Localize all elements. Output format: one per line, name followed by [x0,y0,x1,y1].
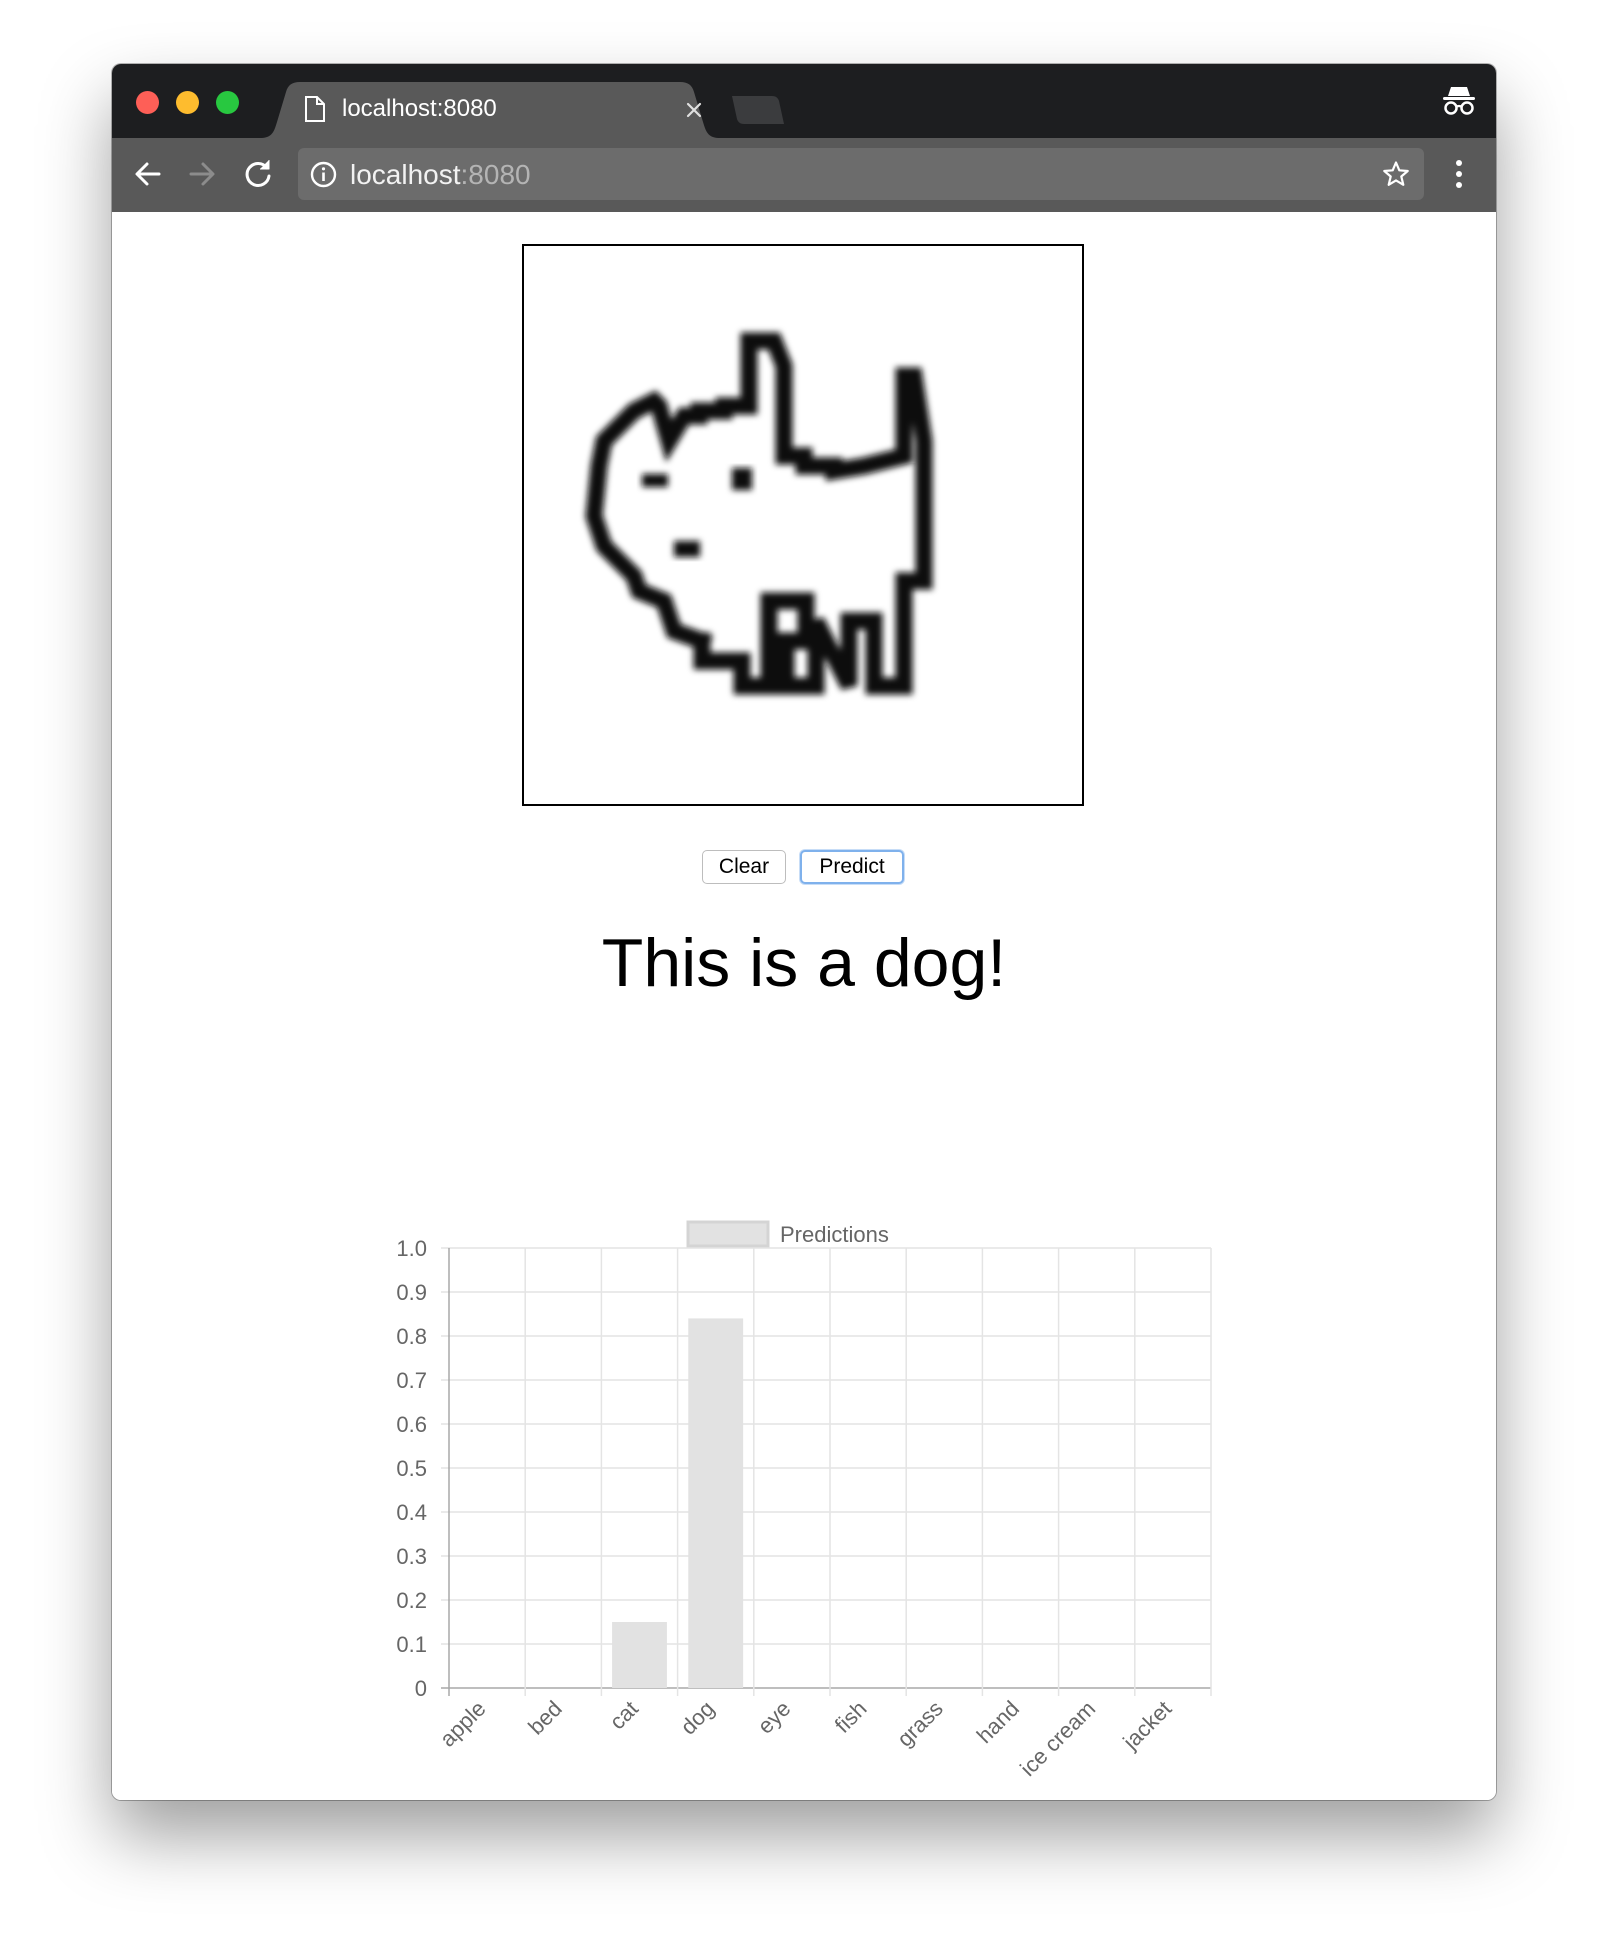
x-tick-label: eye [753,1696,796,1739]
browser-toolbar: localhost:8080 [112,138,1496,212]
bookmark-star-icon[interactable] [1382,160,1410,188]
back-arrow-icon[interactable] [130,156,166,192]
chart-legend: Predictions [686,1220,889,1248]
tab-title: localhost:8080 [342,95,497,122]
y-tick-label: 0.1 [396,1632,427,1657]
x-tick-label: jacket [1117,1696,1176,1755]
x-tick-label: bed [523,1696,567,1740]
document-icon [305,96,325,122]
more-menu-icon[interactable] [1454,158,1464,190]
x-tick-label: apple [435,1696,491,1752]
new-tab-button[interactable] [732,96,784,124]
close-window-button[interactable] [136,91,159,114]
predictions-chart-svg: Predictions 0 0.1 0.2 0.3 0.4 0.5 0.6 0.7 0.8 0.9… [396,1220,1212,1781]
chart-grid [441,1247,1212,1696]
reload-icon[interactable] [240,156,276,192]
x-tick-label: fish [830,1696,872,1738]
close-tab-icon[interactable] [684,100,704,120]
x-axis-ticks: apple bed cat dog eye fish grass handice cream j… [435,1696,1177,1781]
x-tick-label: grass [892,1696,948,1752]
url-host: localhost [350,159,461,190]
y-tick-label: 1.0 [396,1236,427,1261]
title-bar: localhost:8080 [112,64,1496,138]
bar-cat [612,1622,667,1688]
incognito-icon [1443,87,1475,115]
address-bar[interactable]: localhost:8080 [298,148,1424,200]
legend-label: Predictions [780,1222,889,1247]
x-tick-label: ice cream [1015,1696,1100,1781]
bar-dog [688,1318,744,1688]
minimize-window-button[interactable] [176,91,199,114]
y-tick-label: 0.8 [396,1324,427,1349]
forward-arrow-icon[interactable] [184,156,220,192]
zoom-window-button[interactable] [216,91,239,114]
screen: localhost:8080 localhost:8080 Clear Pred… [0,0,1608,1960]
url-text: localhost:8080 [350,159,531,191]
x-tick-label: hand [972,1696,1024,1748]
predictions-chart: Predictions 0 0.1 0.2 0.3 0.4 0.5 0.6 0.7 0.8 0.9… [112,212,1496,1800]
info-icon[interactable] [310,161,337,188]
legend-swatch [686,1220,770,1248]
y-tick-label: 0.2 [396,1588,427,1613]
tab-localhost[interactable]: localhost:8080 [260,82,720,138]
y-axis-ticks: 0 0.1 0.2 0.3 0.4 0.5 0.6 0.7 0.8 0.9 1.0 [396,1236,427,1701]
y-tick-label: 0 [415,1676,427,1701]
x-tick-label: dog [676,1696,720,1740]
y-tick-label: 0.6 [396,1412,427,1437]
browser-window: localhost:8080 localhost:8080 Clear Pred… [112,64,1496,1800]
page-content: Clear Predict This is a dog! Predictions… [112,212,1496,1800]
y-tick-label: 0.7 [396,1368,427,1393]
y-tick-label: 0.5 [396,1456,427,1481]
y-tick-label: 0.9 [396,1280,427,1305]
y-tick-label: 0.3 [396,1544,427,1569]
url-port: :8080 [460,159,531,190]
y-tick-label: 0.4 [396,1500,427,1525]
x-tick-label: cat [605,1696,643,1734]
